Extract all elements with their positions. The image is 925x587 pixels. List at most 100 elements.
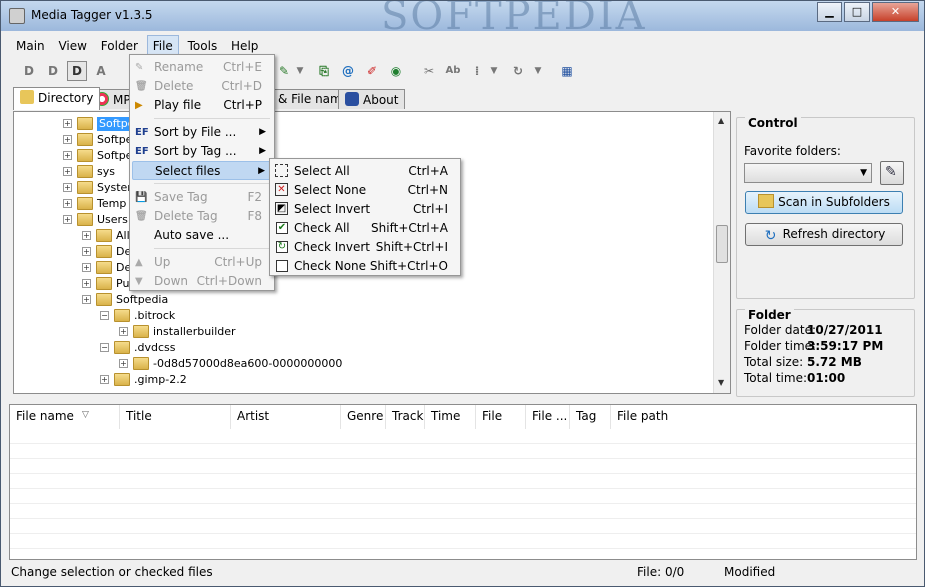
expand-toggle-icon[interactable]: + [63, 167, 72, 176]
tree-node[interactable]: Users [97, 213, 128, 227]
menu-item-shortcut: Ctrl+A [408, 164, 448, 178]
tree-node[interactable]: Softpe [97, 133, 132, 147]
select-files-menu-item[interactable]: Check None Shift+Ctrl+O [272, 257, 458, 276]
tree-node[interactable]: Softpe [97, 149, 132, 163]
tree-node[interactable]: sys [97, 165, 115, 179]
column-header[interactable]: Time [425, 405, 476, 429]
tree-node[interactable]: -0d8d57000d8ea600-0000000000 [153, 357, 342, 371]
select-files-menu-item[interactable]: ✕ Select None Ctrl+N [272, 181, 458, 200]
check-invert-icon: ↻ [276, 241, 288, 253]
toolbar-edit-icon[interactable]: ✐ [362, 61, 382, 81]
menu-view[interactable]: View [53, 36, 91, 55]
file-menu-item[interactable]: EF Sort by File ... ▶ [132, 123, 272, 142]
chevron-down-icon[interactable]: ▼ [488, 61, 500, 81]
close-button[interactable]: ✕ [872, 2, 919, 22]
scan-subfolders-button[interactable]: Scan in Subfolders [745, 191, 903, 214]
chevron-down-icon[interactable]: ▼ [532, 61, 544, 81]
refresh-directory-button[interactable]: ↻ Refresh directory [745, 223, 903, 246]
scroll-thumb[interactable] [716, 225, 728, 263]
tree-node[interactable]: Temp [97, 197, 126, 211]
expand-toggle-icon[interactable]: + [63, 199, 72, 208]
file-menu-item[interactable]: Select files ▶ [132, 161, 272, 180]
menu-separator [154, 183, 270, 184]
select-files-menu-item[interactable]: ↻ Check Invert Shift+Ctrl+I [272, 238, 458, 257]
toolbar-web-icon[interactable]: ◉ [386, 61, 406, 81]
tree-node[interactable]: .dvdcss [134, 341, 175, 355]
menu-help[interactable]: Help [226, 36, 263, 55]
column-header[interactable]: Tag [570, 405, 611, 429]
expand-toggle-icon[interactable]: + [63, 215, 72, 224]
column-header[interactable]: Genre [341, 405, 386, 429]
control-title: Control [745, 116, 801, 130]
toolbar-paste-icon[interactable]: ✂ [419, 61, 439, 81]
file-menu-item[interactable]: Auto save ... [132, 226, 272, 245]
folder-icon [96, 277, 112, 290]
file-menu-item[interactable]: ▶ Play file Ctrl+P [132, 96, 272, 115]
minimize-button[interactable]: ▁ [817, 2, 842, 22]
select-files-menu-item[interactable]: Select All Ctrl+A [272, 162, 458, 181]
scroll-up-icon[interactable]: ▲ [718, 116, 724, 125]
toolbar-tag-edit-icon[interactable]: ✎ [274, 61, 294, 81]
title-bar[interactable]: SOFTPEDIA Media Tagger v1.3.5 ▁ □ ✕ [1, 1, 924, 31]
app-icon[interactable] [9, 8, 25, 24]
column-header[interactable]: File size [476, 405, 526, 446]
expand-toggle-icon[interactable]: + [63, 183, 72, 192]
expand-toggle-icon[interactable]: − [100, 343, 109, 352]
toolbar-copy-tag-icon[interactable]: ⎘ [314, 61, 334, 81]
expand-toggle-icon[interactable]: + [119, 359, 128, 368]
select-files-menu-item[interactable]: ◩ Select Invert Ctrl+I [272, 200, 458, 219]
menu-file[interactable]: File [146, 35, 179, 56]
toolbar-tag-icon[interactable]: @ [338, 61, 358, 81]
scroll-down-icon[interactable]: ▼ [718, 378, 724, 387]
expand-toggle-icon[interactable]: + [82, 279, 91, 288]
status-message: Change selection or checked files [11, 565, 213, 579]
column-header[interactable]: File path [611, 405, 916, 429]
column-header[interactable]: File name [10, 405, 120, 429]
toolbar-d3-icon[interactable]: D [67, 61, 87, 81]
tree-node[interactable]: Softpedia [116, 293, 168, 307]
toolbar-case-icon[interactable]: Ab [443, 61, 463, 81]
chevron-down-icon[interactable]: ▼ [294, 61, 306, 81]
toolbar-rename-icon[interactable]: ↻ [508, 61, 528, 81]
expand-toggle-icon[interactable]: + [119, 327, 128, 336]
file-list[interactable]: File nameTitleArtistGenreTrackTimeFile s… [9, 404, 917, 560]
expand-toggle-icon[interactable]: + [82, 231, 91, 240]
toolbar-d2-icon[interactable]: D [43, 61, 63, 81]
expand-toggle-icon[interactable]: − [100, 311, 109, 320]
expand-toggle-icon[interactable]: + [82, 247, 91, 256]
folder-icon [77, 117, 93, 130]
menu-item-label: Play file [154, 98, 202, 112]
maximize-button[interactable]: □ [844, 2, 870, 22]
column-header[interactable]: Artist [231, 405, 341, 429]
tree-node[interactable]: Pu [116, 277, 129, 291]
tree-scrollbar[interactable]: ▲ ▼ [713, 112, 730, 393]
expand-toggle-icon[interactable]: + [63, 119, 72, 128]
menu-tools[interactable]: Tools [183, 36, 223, 55]
toolbar-replace-icon[interactable]: ⁞ [467, 61, 487, 81]
menu-main[interactable]: Main [11, 36, 50, 55]
tree-node[interactable]: .bitrock [134, 309, 175, 323]
expand-toggle-icon[interactable]: + [63, 151, 72, 160]
toolbar-d1-icon[interactable]: D [19, 61, 39, 81]
favorite-folders-select[interactable]: ▼ [744, 163, 872, 183]
folder-icon [133, 325, 149, 338]
expand-toggle-icon[interactable]: + [82, 263, 91, 272]
tab-directory[interactable]: Directory [13, 87, 101, 110]
toolbar-calendar-icon[interactable]: ▦ [557, 61, 577, 81]
tree-node[interactable]: installerbuilder [153, 325, 236, 339]
expand-toggle-icon[interactable]: + [100, 375, 109, 384]
expand-toggle-icon[interactable]: + [82, 295, 91, 304]
column-header[interactable]: File ... [526, 405, 570, 429]
tree-node[interactable]: All [116, 229, 130, 243]
file-menu-item[interactable]: EF Sort by Tag ... ▶ [132, 142, 272, 161]
expand-toggle-icon[interactable]: + [63, 135, 72, 144]
column-header[interactable]: Track [386, 405, 425, 429]
edit-favorites-button[interactable]: ✎ [880, 161, 904, 185]
file-list-rows[interactable] [10, 429, 916, 559]
select-files-menu-item[interactable]: ✔ Check All Shift+Ctrl+A [272, 219, 458, 238]
column-header[interactable]: Title [120, 405, 231, 429]
tab-about[interactable]: About [338, 89, 406, 109]
toolbar-a-icon[interactable]: A [91, 61, 111, 81]
tree-node[interactable]: .gimp-2.2 [134, 373, 187, 387]
menu-folder[interactable]: Folder [96, 36, 143, 55]
